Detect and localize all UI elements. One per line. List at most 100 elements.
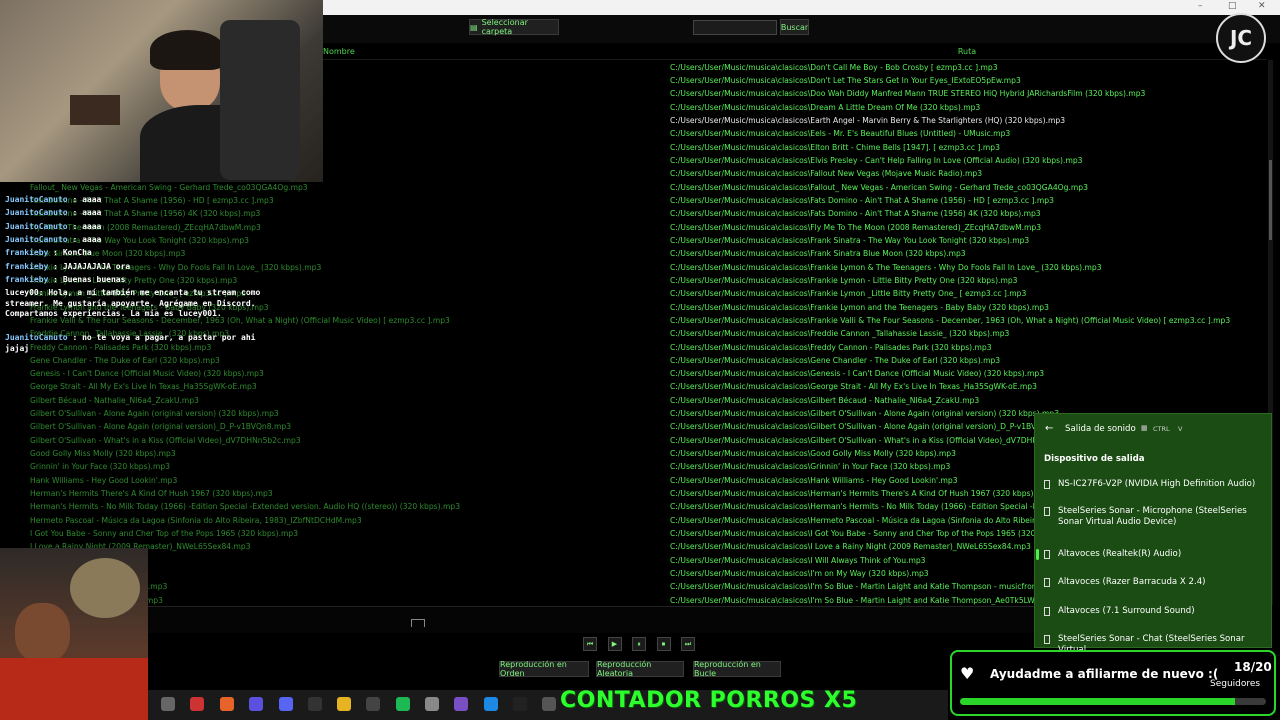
seek-handle[interactable]: [411, 619, 425, 627]
row-path[interactable]: C:/Users/User/Music/musica\clasicos\Eart…: [670, 114, 1065, 127]
row-name[interactable]: Gilbert Bécaud - Nathalie_NI6a4_ZcakU.mp…: [30, 394, 199, 407]
mode-loop-button[interactable]: Reproducción en Bucle: [693, 660, 781, 678]
row-path[interactable]: C:/Users/User/Music/musica\clasicos\Fran…: [670, 261, 1102, 274]
row-name[interactable]: Gilbert O'Sullivan - Alone Again (origin…: [30, 407, 279, 420]
row-name[interactable]: Good Golly Miss Molly (320 kbps).mp3: [30, 447, 176, 460]
shortcut-key: V: [1178, 425, 1183, 433]
stop-button[interactable]: ⏹: [656, 637, 671, 651]
github-icon[interactable]: [366, 697, 380, 711]
sound-device-label[interactable]: Altavoces (7.1 Surround Sound): [1058, 606, 1268, 617]
row-name[interactable]: Fallout_ New Vegas - American Swing - Ge…: [30, 181, 308, 194]
pause-button[interactable]: ⏸: [632, 637, 646, 651]
next-button[interactable]: ⏭: [681, 637, 695, 651]
maximize-button[interactable]: □: [1228, 1, 1237, 11]
row-path[interactable]: C:/Users/User/Music/musica\clasicos\Herm…: [670, 487, 1053, 500]
search-button[interactable]: Buscar: [780, 19, 809, 35]
speaker-icon: [1044, 607, 1050, 616]
row-path[interactable]: C:/Users/User/Music/musica\clasicos\Don'…: [670, 74, 1021, 87]
visual-studio-icon[interactable]: [454, 697, 468, 711]
row-path[interactable]: C:/Users/User/Music/musica\clasicos\Fran…: [670, 274, 1018, 287]
play-button[interactable]: ▶: [607, 637, 622, 651]
row-name[interactable]: Hermeto Pascoal - Música da Lagoa (Sinfo…: [30, 514, 362, 527]
row-path[interactable]: C:/Users/User/Music/musica\clasicos\I'm …: [670, 594, 1068, 605]
file-icon[interactable]: [161, 697, 175, 711]
vscode-icon[interactable]: [484, 697, 498, 711]
row-path[interactable]: C:/Users/User/Music/musica\clasicos\Fran…: [670, 234, 1029, 247]
mode-shuffle-button[interactable]: Reproducción Aleatoria: [596, 660, 684, 678]
row-path[interactable]: C:/Users/User/Music/musica\clasicos\Elvi…: [670, 154, 1083, 167]
postman-icon[interactable]: [220, 697, 234, 711]
row-name[interactable]: Gilbert O'Sullivan - What's in a Kiss (O…: [30, 434, 301, 447]
obs-icon[interactable]: [308, 697, 322, 711]
sound-device-label[interactable]: SteelSeries Sonar - Microphone (SteelSer…: [1058, 506, 1268, 528]
chat-username: JuanitoCanuto: [5, 333, 68, 342]
row-name[interactable]: Herman's Hermits - No Milk Today (1966) …: [30, 500, 460, 513]
row-name[interactable]: George Strait - All My Ex's Live In Texa…: [30, 380, 257, 393]
spotify-icon[interactable]: [396, 697, 410, 711]
row-path[interactable]: C:/Users/User/Music/musica\clasicos\Fred…: [670, 327, 1009, 340]
row-path[interactable]: C:/Users/User/Music/musica\clasicos\Gene…: [670, 354, 1000, 367]
row-path[interactable]: C:/Users/User/Music/musica\clasicos\Fats…: [670, 207, 1041, 220]
folder-icon[interactable]: [337, 697, 351, 711]
shield-icon[interactable]: [425, 697, 439, 711]
row-path[interactable]: C:/Users/User/Music/musica\clasicos\Gilb…: [670, 407, 1059, 420]
search-input[interactable]: [693, 20, 777, 35]
gear-icon[interactable]: [542, 697, 556, 711]
row-path[interactable]: C:/Users/User/Music/musica\clasicos\Fran…: [670, 287, 1026, 300]
column-header-name[interactable]: Nombre: [323, 45, 667, 60]
chat-username: JuanitoCanuto: [5, 234, 68, 244]
previous-button[interactable]: ⏮: [583, 637, 597, 651]
scrollbar-thumb[interactable]: [1269, 160, 1272, 240]
row-path[interactable]: C:/Users/User/Music/musica\clasicos\I Lo…: [670, 540, 1031, 553]
row-path[interactable]: C:/Users/User/Music/musica\clasicos\I'm …: [670, 580, 1072, 593]
row-name[interactable]: Hank Williams - Hey Good Lookin'.mp3: [30, 474, 177, 487]
minimize-button[interactable]: –: [1198, 1, 1203, 11]
sound-device-label[interactable]: Altavoces (Realtek(R) Audio): [1058, 549, 1268, 560]
row-path[interactable]: C:/Users/User/Music/musica\clasicos\Fran…: [670, 301, 1049, 314]
chat-text: Buenas buenas: [62, 274, 126, 284]
row-path[interactable]: C:/Users/User/Music/musica\clasicos\Hank…: [670, 474, 958, 487]
row-path[interactable]: C:/Users/User/Music/musica\clasicos\Fran…: [670, 314, 1230, 327]
chat-promo-message: lucey00: Hola, a mí también me encanta t…: [5, 288, 261, 318]
row-name[interactable]: Genesis - I Can't Dance (Official Music …: [30, 367, 264, 380]
row-path[interactable]: C:/Users/User/Music/musica\clasicos\Fats…: [670, 194, 1054, 207]
row-name[interactable]: Gene Chandler - The Duke of Earl (320 kb…: [30, 354, 220, 367]
row-path[interactable]: C:/Users/User/Music/musica\clasicos\Fran…: [670, 247, 966, 260]
row-path[interactable]: C:/Users/User/Music/musica\clasicos\Fall…: [670, 167, 982, 180]
counter-overlay: CONTADOR PORROS X5: [560, 688, 858, 713]
mode-order-button[interactable]: Reproducción en Orden: [499, 660, 589, 678]
row-name[interactable]: Herman's Hermits There's A Kind Of Hush …: [30, 487, 273, 500]
vim-icon[interactable]: [249, 697, 263, 711]
notion-icon[interactable]: [513, 697, 527, 711]
row-path[interactable]: C:/Users/User/Music/musica\clasicos\Fly …: [670, 221, 1041, 234]
sound-device-label[interactable]: NS-IC27F6-V2P (NVIDIA High Definition Au…: [1058, 479, 1268, 490]
row-path[interactable]: C:/Users/User/Music/musica\clasicos\Elto…: [670, 141, 1000, 154]
person-face: [15, 603, 70, 663]
row-name[interactable]: Gilbert O'Sullivan - Alone Again (origin…: [30, 420, 291, 433]
row-path[interactable]: C:/Users/User/Music/musica\clasicos\I'm …: [670, 567, 929, 580]
discord-icon[interactable]: [279, 697, 293, 711]
row-path[interactable]: C:/Users/User/Music/musica\clasicos\Grin…: [670, 460, 950, 473]
row-path[interactable]: C:/Users/User/Music/musica\clasicos\Fred…: [670, 341, 992, 354]
row-path[interactable]: C:/Users/User/Music/musica\clasicos\Don'…: [670, 61, 998, 74]
row-path[interactable]: C:/Users/User/Music/musica\clasicos\I Go…: [670, 527, 1078, 540]
row-path[interactable]: C:/Users/User/Music/musica\clasicos\Gene…: [670, 367, 1044, 380]
row-path[interactable]: C:/Users/User/Music/musica\clasicos\Geor…: [670, 380, 1037, 393]
select-folder-button[interactable]: ▤ Seleccionar carpeta: [469, 18, 559, 36]
row-path[interactable]: C:/Users/User/Music/musica\clasicos\Eels…: [670, 127, 1010, 140]
back-arrow-icon[interactable]: ←: [1045, 423, 1053, 434]
sound-device-label[interactable]: Altavoces (Razer Barracuda X 2.4): [1058, 577, 1268, 588]
row-name[interactable]: I Got You Babe - Sonny and Cher Top of t…: [30, 527, 298, 540]
terminal-icon[interactable]: [190, 697, 204, 711]
row-path[interactable]: C:/Users/User/Music/musica\clasicos\Doo …: [670, 87, 1145, 100]
row-path[interactable]: C:/Users/User/Music/musica\clasicos\Gilb…: [670, 394, 979, 407]
column-header-path[interactable]: Ruta: [667, 45, 1267, 60]
close-button[interactable]: ✕: [1258, 1, 1266, 11]
row-path[interactable]: C:/Users/User/Music/musica\clasicos\Good…: [670, 447, 956, 460]
row-name[interactable]: Grinnin' in Your Face (320 kbps).mp3: [30, 460, 170, 473]
row-path[interactable]: C:/Users/User/Music/musica\clasicos\Fall…: [670, 181, 1088, 194]
row-path[interactable]: C:/Users/User/Music/musica\clasicos\Gilb…: [670, 434, 1081, 447]
row-path[interactable]: C:/Users/User/Music/musica\clasicos\Drea…: [670, 101, 980, 114]
row-path[interactable]: C:/Users/User/Music/musica\clasicos\I Wi…: [670, 554, 926, 567]
row-path[interactable]: C:/Users/User/Music/musica\clasicos\Gilb…: [670, 420, 1071, 433]
